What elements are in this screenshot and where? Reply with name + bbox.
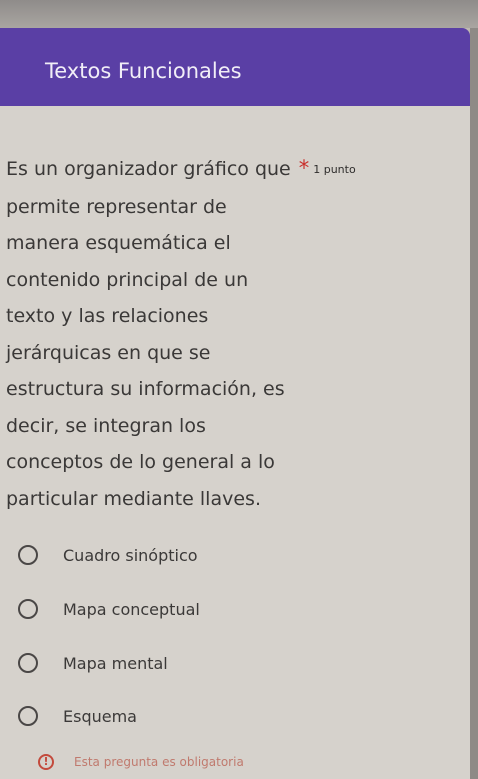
option-label[interactable]: Mapa mental bbox=[63, 653, 168, 675]
radio-button[interactable] bbox=[18, 653, 38, 673]
question-text: Es un organizador gráfico que * 1 punto pe… bbox=[6, 150, 468, 517]
radio-button[interactable] bbox=[18, 706, 38, 726]
required-asterisk: * bbox=[298, 156, 310, 180]
question-line: estructura su información, es bbox=[6, 378, 285, 400]
exclamation-circle-icon: ! bbox=[38, 754, 54, 770]
question-line: Es un organizador gráfico que * 1 punto bbox=[6, 156, 356, 180]
option-mapa-conceptual[interactable]: Mapa conceptual bbox=[18, 595, 318, 625]
question-line: manera esquemática el bbox=[6, 232, 231, 254]
question-line: contenido principal de un bbox=[6, 268, 249, 291]
question-line: jerárquicas en que se bbox=[6, 341, 211, 364]
points-label: 1 punto bbox=[313, 163, 356, 176]
required-warning-text: Esta pregunta es obligatoria bbox=[74, 755, 244, 769]
option-label[interactable]: Esquema bbox=[63, 706, 137, 728]
question-line: permite representar de bbox=[6, 195, 227, 218]
question-line: conceptos de lo general a lo bbox=[6, 451, 275, 473]
question-line: decir, se integran los bbox=[6, 414, 206, 437]
option-esquema[interactable]: Esquema bbox=[18, 702, 318, 732]
section-title: Textos Funcionales bbox=[45, 59, 242, 83]
required-warning: ! Esta pregunta es obligatoria bbox=[38, 752, 358, 774]
radio-button[interactable] bbox=[18, 545, 38, 565]
question-line: particular mediante llaves. bbox=[6, 487, 261, 510]
radio-button[interactable] bbox=[18, 599, 38, 619]
option-cuadro-sinoptico[interactable]: Cuadro sinóptico bbox=[18, 541, 318, 571]
question-line: texto y las relaciones bbox=[6, 305, 209, 327]
option-label[interactable]: Cuadro sinóptico bbox=[63, 545, 198, 567]
page-edge bbox=[470, 28, 478, 779]
option-label[interactable]: Mapa conceptual bbox=[63, 599, 200, 621]
option-mapa-mental[interactable]: Mapa mental bbox=[18, 649, 318, 679]
browser-top-strip bbox=[0, 0, 478, 28]
